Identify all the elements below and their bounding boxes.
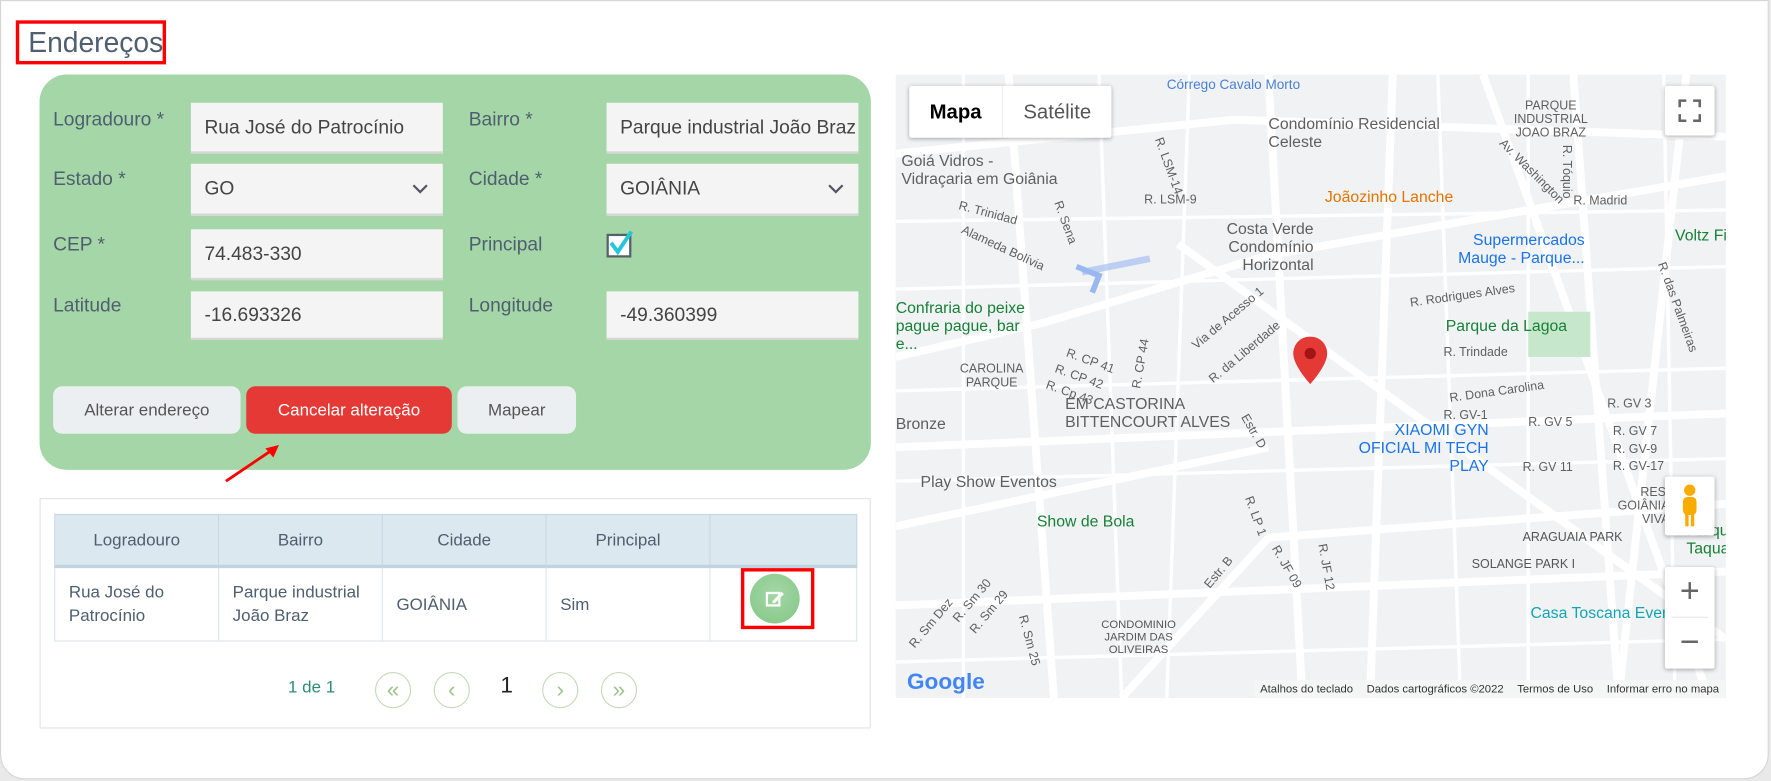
map-label: R. Tóquio (1559, 144, 1574, 199)
estado-label: Estado * (53, 168, 126, 190)
column-header-actions (709, 513, 858, 569)
table-header-row: Logradouro Bairro Cidade Principal (54, 513, 858, 569)
annotation-arrow-icon (225, 445, 279, 483)
map-attribution: Atalhos do teclado Dados cartográficos ©… (1253, 679, 1726, 699)
map-label: ARAGUAIA PARK (1522, 530, 1623, 545)
map-label: Confraria do peixe pague pague, bar e... (895, 298, 1025, 353)
map-label: CONDOMINIO JARDIM DAS OLIVEIRAS (1101, 618, 1176, 657)
location-pin-icon (1293, 336, 1328, 385)
chevron-down-icon (813, 164, 858, 214)
principal-label: Principal (468, 233, 543, 256)
cidade-select[interactable]: GOIÂNIA (606, 163, 859, 216)
column-header-bairro: Bairro (217, 513, 383, 569)
cidade-value: GOIÂNIA (620, 177, 701, 199)
map-label: CAROLINA PARQUE (959, 362, 1024, 390)
map-label: Costa Verde Condomínio Horizontal (1226, 219, 1314, 274)
map-label: RES. GOIÂNIA VIVA (1617, 485, 1670, 527)
street-view-pegman[interactable] (1664, 476, 1715, 536)
chevron-down-icon (398, 164, 443, 214)
map-data-text: Dados cartográficos ©2022 (1366, 682, 1504, 696)
cancelar-alteracao-button[interactable]: Cancelar alteração (246, 386, 452, 434)
highlight-box-edit (740, 568, 815, 630)
cell-principal: Sim (545, 565, 711, 642)
cell-bairro: Parque industrial João Braz (217, 565, 383, 642)
report-error-link[interactable]: Informar erro no mapa (1607, 683, 1719, 695)
map-label: R. Trindade (1443, 345, 1508, 360)
addresses-table: Logradouro Bairro Cidade Principal Rua J… (54, 513, 858, 642)
terms-link[interactable]: Termos de Uso (1517, 683, 1593, 695)
bairro-label: Bairro * (468, 108, 533, 130)
map-label: PARQUE INDUSTRIAL JOAO BRAZ (1513, 99, 1588, 141)
tab-satellite[interactable]: Satélite (1003, 86, 1111, 138)
tab-map[interactable]: Mapa (909, 85, 1004, 138)
cell-cidade: GOIÂNIA (381, 565, 547, 642)
map-label: XIAOMI GYN OFICIAL MI TECH PLAY (1358, 420, 1489, 475)
map-label: R. GV 7 (1612, 424, 1658, 439)
longitude-label: Longitude (468, 294, 554, 317)
estado-select[interactable]: GO (190, 163, 443, 216)
column-header-cidade: Cidade (381, 513, 547, 569)
map-label: Bronze (895, 414, 946, 433)
map-label: Play Show Eventos (920, 472, 1057, 491)
zoom-in-button[interactable]: + (1671, 567, 1708, 618)
fullscreen-button[interactable] (1664, 85, 1715, 136)
map[interactable]: Córrego Cavalo Morto Condomínio Residenc… (895, 74, 1726, 699)
map-label: R. GV 5 (1528, 415, 1573, 430)
map-label: Show de Bola (1036, 511, 1135, 530)
map-label: Condomínio Residencial Celeste (1268, 114, 1440, 151)
alterar-endereco-button[interactable]: Alterar endereço (53, 386, 241, 434)
map-label: Córrego Cavalo Morto (1166, 76, 1301, 93)
estado-value: GO (204, 177, 235, 199)
column-header-logradouro: Logradouro (54, 513, 220, 569)
pegman-icon (1682, 484, 1697, 527)
google-logo: Google (906, 669, 985, 695)
cidade-label: Cidade * (468, 168, 543, 190)
cep-label: CEP * (53, 233, 106, 256)
map-label: R. LSM-9 (1144, 193, 1197, 207)
table-row: Rua José do Patrocínio Parque industrial… (54, 565, 858, 642)
logradouro-input[interactable]: Rua José do Patrocínio (190, 102, 443, 154)
map-label: Parque da Lagoa (1445, 316, 1568, 335)
mapear-button[interactable]: Mapear (457, 386, 577, 434)
previous-page-button[interactable]: ‹ (433, 672, 470, 709)
map-label: R. GV 3 (1607, 397, 1652, 412)
highlight-box-title (15, 20, 167, 65)
map-label: R. GV 11 (1522, 460, 1573, 475)
current-page[interactable]: 1 (500, 673, 513, 699)
next-page-button[interactable]: › (542, 672, 579, 709)
principal-checkbox[interactable] (606, 229, 634, 258)
map-label: Voltz Fit (1675, 225, 1726, 244)
longitude-input[interactable]: -49.360399 (606, 291, 859, 340)
map-label: SOLANGE PARK I (1471, 557, 1576, 572)
cell-logradouro: Rua José do Patrocínio (54, 565, 220, 642)
map-label: EM CASTORINA BITTENCOURT ALVES (1065, 394, 1231, 431)
map-type-control: Mapa Satélite (909, 85, 1112, 138)
latitude-input[interactable]: -16.693326 (190, 291, 443, 340)
column-header-principal: Principal (545, 513, 711, 569)
cep-input[interactable]: 74.483-330 (190, 229, 443, 281)
map-label: R. GV-17 (1612, 459, 1665, 474)
first-page-button[interactable]: « (374, 672, 412, 709)
keyboard-shortcuts-link[interactable]: Atalhos do teclado (1260, 683, 1353, 695)
pagination-summary: 1 de 1 (288, 677, 336, 697)
logradouro-label: Logradouro * (53, 108, 165, 130)
fullscreen-icon (1678, 99, 1702, 122)
last-page-button[interactable]: » (600, 672, 638, 709)
map-label: Joãozinho Lanche (1324, 187, 1454, 206)
map-label: Goiá Vidros - Vidraçaria em Goiânia (901, 151, 1058, 188)
bairro-input[interactable]: Parque industrial João Braz (606, 102, 859, 154)
zoom-out-button[interactable]: − (1665, 618, 1715, 668)
latitude-label: Latitude (53, 294, 122, 317)
map-label: Supermercados Mauge - Parque... (1458, 230, 1585, 267)
zoom-control: + − (1664, 567, 1715, 669)
map-label: R. Madrid (1573, 194, 1628, 208)
map-label: R. GV-9 (1612, 442, 1658, 457)
